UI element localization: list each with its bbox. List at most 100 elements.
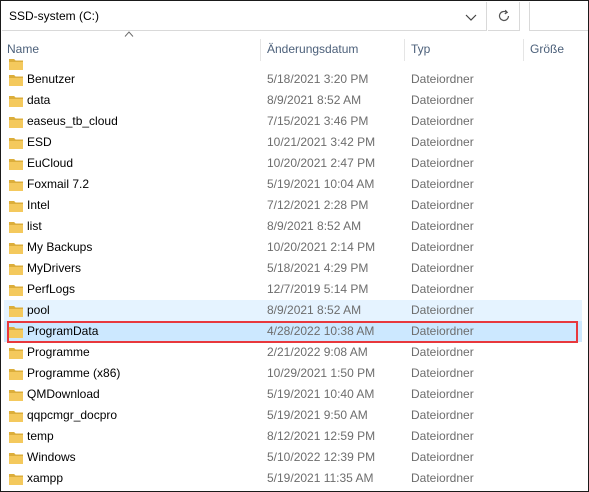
list-item-name: temp (27, 429, 54, 443)
list-item-name: xampp (27, 471, 64, 485)
list-item-name: Benutzer (27, 72, 76, 86)
list-item-type: Dateiordner (411, 114, 474, 128)
file-list: Benutzer 5/18/2021 3:20 PM Dateiordner data… (1, 59, 588, 491)
chevron-down-icon[interactable] (462, 8, 480, 26)
list-item-date: 5/10/2022 12:39 PM (267, 450, 376, 464)
list-item-name: Intel (27, 198, 50, 212)
list-item-name: ESD (27, 135, 52, 149)
list-item-type: Dateiordner (411, 135, 474, 149)
folder-icon (9, 369, 23, 380)
column-divider[interactable] (260, 39, 261, 61)
list-item[interactable]: xampp 5/19/2021 11:35 AM Dateiordner (4, 468, 582, 489)
address-path: SSD-system (C:) (9, 9, 99, 23)
folder-icon (9, 243, 23, 254)
list-item[interactable]: easeus_tb_cloud 7/15/2021 3:46 PM Dateiord… (4, 111, 582, 132)
list-item[interactable]: QMDownload 5/19/2021 10:40 AM Dateiordner (4, 384, 582, 405)
list-item-name: MyDrivers (27, 261, 81, 275)
list-item[interactable]: Programme (x86) 10/29/2021 1:50 PM Dateior… (4, 363, 582, 384)
folder-icon (9, 348, 23, 359)
list-item-type: Dateiordner (411, 177, 474, 191)
refresh-button[interactable] (488, 2, 520, 31)
list-item-type: Dateiordner (411, 282, 474, 296)
list-item-type: Dateiordner (411, 198, 474, 212)
list-item-name: PerfLogs (27, 282, 76, 296)
list-item-date: 7/15/2021 3:46 PM (267, 114, 369, 128)
folder-icon (9, 180, 23, 191)
list-item-date: 10/20/2021 2:47 PM (267, 156, 376, 170)
folder-icon (9, 159, 23, 170)
column-header-date[interactable]: Änderungsdatum (267, 39, 358, 61)
list-item-name: Foxmail 7.2 (27, 177, 90, 191)
folder-icon (9, 411, 23, 422)
list-item-date: 5/18/2021 4:29 PM (267, 261, 369, 275)
list-item[interactable]: list 8/9/2021 8:52 AM Dateiordner (4, 216, 582, 237)
list-item-name: Programme (27, 345, 90, 359)
folder-icon (9, 474, 23, 485)
list-item-date: 2/21/2022 9:08 AM (267, 345, 368, 359)
column-divider[interactable] (523, 39, 524, 61)
folder-icon (9, 306, 23, 317)
list-item-date: 12/7/2019 5:14 PM (267, 282, 369, 296)
list-item-name: My Backups (27, 240, 93, 254)
refresh-icon (498, 9, 510, 22)
search-input[interactable] (529, 2, 588, 31)
folder-icon (9, 222, 23, 233)
list-item-type: Dateiordner (411, 408, 474, 422)
list-item-date: 5/19/2021 11:35 AM (267, 471, 374, 485)
list-item-date: 10/20/2021 2:14 PM (267, 240, 376, 254)
list-item-type: Dateiordner (411, 303, 474, 317)
list-item-type: Dateiordner (411, 429, 474, 443)
address-bar[interactable]: SSD-system (C:) (2, 2, 487, 31)
column-header-size[interactable]: Größe (530, 39, 564, 61)
folder-icon (9, 432, 23, 443)
sort-ascending-icon (124, 31, 134, 37)
list-item-type: Dateiordner (411, 219, 474, 233)
list-item[interactable]: EuCloud 10/20/2021 2:47 PM Dateiordner (4, 153, 582, 174)
file-explorer-window: SSD-system (C:) Name Änderungsdatum Typ … (0, 0, 589, 492)
list-item-type: Dateiordner (411, 261, 474, 275)
list-item[interactable]: ESD 10/21/2021 3:42 PM Dateiordner (4, 132, 582, 153)
list-item[interactable]: My Backups 10/20/2021 2:14 PM Dateiordner (4, 237, 582, 258)
list-item[interactable]: PerfLogs 12/7/2019 5:14 PM Dateiordner (4, 279, 582, 300)
list-item-date: 8/9/2021 8:52 AM (267, 219, 362, 233)
list-item-type: Dateiordner (411, 366, 474, 380)
list-item[interactable]: Windows 5/10/2022 12:39 PM Dateiordner (4, 447, 582, 468)
list-item-type: Dateiordner (411, 450, 474, 464)
list-item-name: Programme (x86) (27, 366, 121, 380)
list-item[interactable]: Foxmail 7.2 5/19/2021 10:04 AM Dateiordner (4, 174, 582, 195)
folder-icon (9, 201, 23, 212)
list-item-date: 10/29/2021 1:50 PM (267, 366, 376, 380)
list-item-date: 10/21/2021 3:42 PM (267, 135, 376, 149)
address-bar-row: SSD-system (C:) (1, 1, 588, 34)
list-item-date: 5/19/2021 10:40 AM (267, 387, 375, 401)
list-item-type: Dateiordner (411, 72, 474, 86)
list-item-name: list (27, 219, 42, 233)
folder-icon (9, 96, 23, 107)
list-item-date: 8/12/2021 12:59 PM (267, 429, 376, 443)
column-header-type[interactable]: Typ (411, 39, 430, 61)
list-item[interactable]: qqpcmgr_docpro 5/19/2021 9:50 AM Dateiordn… (4, 405, 582, 426)
column-divider[interactable] (404, 39, 405, 61)
list-item-name: QMDownload (27, 387, 100, 401)
list-item-type: Dateiordner (411, 387, 474, 401)
list-item-name: data (27, 93, 51, 107)
list-item-name: pool (27, 303, 50, 317)
list-item[interactable]: Programme 2/21/2022 9:08 AM Dateiordner (4, 342, 582, 363)
list-item-type: Dateiordner (411, 471, 474, 485)
list-item[interactable]: pool 8/9/2021 8:52 AM Dateiordner (4, 300, 582, 321)
list-item-type: Dateiordner (411, 240, 474, 254)
list-item-name: EuCloud (27, 156, 74, 170)
list-item-name: easeus_tb_cloud (27, 114, 118, 128)
list-item-date: 5/19/2021 10:04 AM (267, 177, 375, 191)
list-item[interactable]: Intel 7/12/2021 2:28 PM Dateiordner (4, 195, 582, 216)
column-header-name[interactable]: Name (7, 39, 39, 61)
list-item[interactable]: Benutzer 5/18/2021 3:20 PM Dateiordner (4, 69, 582, 90)
list-item[interactable]: data 8/9/2021 8:52 AM Dateiordner (4, 90, 582, 111)
list-item-type: Dateiordner (411, 156, 474, 170)
list-item[interactable]: MyDrivers 5/18/2021 4:29 PM Dateiordner (4, 258, 582, 279)
column-header-row: Name Änderungsdatum Typ Größe (1, 39, 588, 61)
list-item-date: 8/9/2021 8:52 AM (267, 303, 362, 317)
list-item-type: Dateiordner (411, 345, 474, 359)
list-item[interactable]: temp 8/12/2021 12:59 PM Dateiordner (4, 426, 582, 447)
list-item-date: 5/19/2021 9:50 AM (267, 408, 368, 422)
